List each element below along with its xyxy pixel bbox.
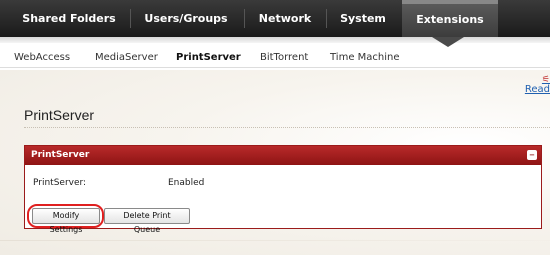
printserver-status-label: PrintServer:	[33, 178, 87, 188]
top-nav: Shared Folders Users/Groups Network Syst…	[0, 0, 550, 37]
top-nav-divider	[244, 9, 245, 28]
sub-nav-divider	[0, 67, 550, 68]
top-nav-extensions[interactable]: Extensions	[402, 0, 498, 37]
tab-printserver[interactable]: PrintServer	[176, 52, 241, 63]
help-link[interactable]: ⚟ Read	[525, 76, 550, 95]
page-title: PrintServer	[24, 107, 95, 123]
tab-webaccess[interactable]: WebAccess	[14, 52, 70, 63]
tab-time-machine[interactable]: Time Machine	[330, 52, 400, 63]
top-nav-system[interactable]: System	[332, 0, 394, 37]
panel-header: PrintServer	[25, 146, 541, 165]
top-nav-users-groups[interactable]: Users/Groups	[136, 0, 236, 37]
active-tab-pointer	[432, 37, 464, 47]
printserver-panel: PrintServer − PrintServer: Enabled Modif…	[24, 145, 542, 234]
top-nav-network[interactable]: Network	[250, 0, 320, 37]
top-nav-shared-folders[interactable]: Shared Folders	[14, 0, 124, 37]
panel-title: PrintServer	[31, 150, 90, 160]
title-divider	[24, 127, 550, 128]
help-link-label[interactable]: Read	[525, 84, 550, 95]
tab-mediaserver[interactable]: MediaServer	[95, 52, 158, 63]
tab-bittorrent[interactable]: BitTorrent	[260, 52, 308, 63]
sub-nav-strip	[0, 37, 550, 43]
footer-divider	[0, 240, 550, 241]
modify-settings-button[interactable]: Modify Settings	[32, 208, 100, 234]
top-nav-divider	[130, 9, 131, 28]
minus-icon[interactable]: −	[527, 150, 537, 160]
printserver-status-value: Enabled	[168, 178, 205, 188]
delete-print-queue-button[interactable]: Delete Print Queue	[104, 208, 190, 234]
top-nav-divider	[326, 9, 327, 28]
